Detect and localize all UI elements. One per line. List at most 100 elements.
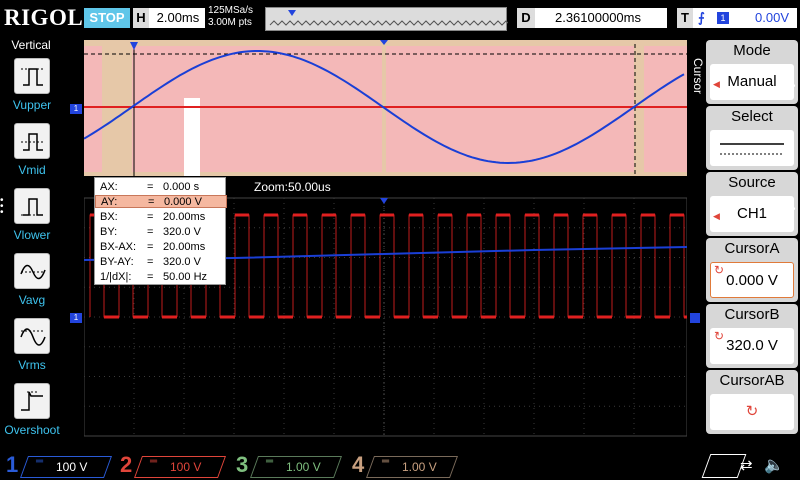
horizontal-key: H	[133, 8, 149, 28]
channel-3-number: 3	[236, 452, 249, 477]
channel-3-badge[interactable]: 3 ═ 1.00 V	[236, 452, 343, 478]
channel-4-number: 4	[352, 452, 365, 477]
left-arrow-icon: ◀	[713, 79, 720, 89]
measure-vavg-label: Vavg	[18, 293, 46, 307]
horizontal-delay[interactable]: D 2.36100000ms	[517, 8, 667, 28]
brand-logo: RIGOL	[4, 5, 84, 30]
trigger-source: 1	[717, 12, 729, 24]
channel-4-scale: 1.00 V	[402, 460, 437, 474]
cursor-a-softkey[interactable]: CursorA 0.000 V ↻	[706, 238, 798, 302]
dc-coupling-icon: ═	[382, 456, 390, 467]
measure-vrms-label: Vrms	[18, 358, 46, 372]
horizontal-timebase[interactable]: H 2.00ms	[133, 8, 205, 28]
measure-vlower[interactable]: Vlower	[4, 188, 60, 248]
channel-4-badge[interactable]: 4 ═ 1.00 V	[352, 452, 459, 478]
scroll-dots-icon: • • •	[0, 195, 4, 218]
channel-status-bar: 1 ═ 100 V 2 ═ 100 V 3 ═ 1.00 V 4 ═ 1.00 …	[0, 452, 800, 480]
trigger-status[interactable]: T ⨍ 1 0.00V	[677, 8, 797, 28]
run-stop-status[interactable]: STOP	[84, 8, 130, 28]
select-label: Select	[731, 108, 773, 125]
vavg-icon	[14, 253, 50, 289]
dc-coupling-icon: ═	[150, 456, 158, 467]
cursor-a-label: CursorA	[724, 240, 780, 257]
mode-softkey[interactable]: Mode Manual ◀	[706, 40, 798, 104]
readout-row: BX: = 20.00ms	[100, 211, 206, 223]
measure-vmid[interactable]: Vmid	[4, 123, 60, 183]
cursor-readout: AX: = 0.000 s AY: = 0.000 V BX: = 20.00ms BY: =…	[94, 177, 227, 285]
overview-band-right	[386, 46, 634, 172]
channel-2-badge[interactable]: 2 ═ 100 V	[120, 452, 227, 478]
channel-1-scale: 100 V	[56, 460, 88, 474]
readout-row: BY-AY: = 320.0 V	[100, 256, 201, 268]
source-label: Source	[728, 174, 776, 191]
knob-icon: ↻	[710, 394, 794, 430]
mode-value: Manual	[710, 64, 794, 100]
cursor-ab-softkey[interactable]: CursorAB ↻	[706, 370, 798, 434]
measurement-sidebar: Vertical Vupper Vmid Vlower Vavg Vrms Ov…	[0, 38, 62, 440]
select-softkey[interactable]: Select	[706, 106, 798, 170]
sidebar-title: Vertical	[11, 38, 51, 52]
overview-gap	[184, 98, 200, 176]
overview-band-edge	[644, 46, 687, 172]
trigger-level: 0.00V	[755, 10, 789, 25]
channel-2-scale: 100 V	[170, 460, 202, 474]
left-arrow-icon: ◀	[713, 211, 720, 221]
sample-rate: 125MSa/s	[208, 5, 254, 16]
measure-overshoot-label: Overshoot	[4, 423, 60, 437]
zoom-timebase: Zoom:50.00us	[254, 180, 331, 194]
measure-vrms[interactable]: Vrms	[4, 318, 60, 378]
readout-row: AX: = 0.000 s	[100, 181, 200, 193]
dc-coupling-icon: ═	[266, 456, 274, 467]
readout-row: 1/|dX|: = 50.00 Hz	[100, 271, 208, 283]
overview-band-left	[132, 46, 382, 172]
channel-1-number: 1	[6, 452, 19, 477]
menu-title-cursor: Cursor	[691, 58, 705, 95]
delay-value: 2.36100000ms	[554, 10, 641, 25]
knob-icon: ↻	[714, 329, 725, 343]
cursor-ab-label: CursorAB	[719, 372, 785, 389]
cursor-b-label: CursorB	[724, 306, 780, 323]
knob-icon: ↻	[714, 263, 725, 277]
delay-key: D	[517, 8, 535, 28]
acquisition-info: 125MSa/s 3.00M pts	[208, 5, 253, 29]
overview-band-start	[84, 46, 102, 172]
readout-row: BX-AX: = 20.00ms	[100, 241, 206, 253]
memory-overview-strip[interactable]	[265, 7, 527, 31]
readout-row-selected: AY: = 0.000 V	[95, 195, 227, 208]
softkey-menu: Mode Manual ◀ Select Source CH1 ◀ Cursor…	[706, 38, 800, 440]
vlower-icon	[14, 188, 50, 224]
timebase-value: 2.00ms	[156, 10, 200, 25]
memory-waveform-icon	[269, 10, 527, 26]
measure-vupper-label: Vupper	[12, 98, 52, 112]
trigger-level-marker[interactable]	[690, 313, 700, 323]
ch1-offset-marker-top[interactable]: 1	[70, 104, 82, 114]
mode-label: Mode	[733, 42, 771, 59]
measure-vavg[interactable]: Vavg	[4, 253, 60, 313]
measure-overshoot[interactable]: Overshoot	[4, 383, 60, 443]
measure-vlower-label: Vlower	[13, 228, 51, 242]
usb-icon: ⇄	[740, 457, 753, 474]
vupper-icon	[14, 58, 50, 94]
ch1-offset-marker-bottom[interactable]: 1	[70, 313, 82, 323]
channel-1-badge[interactable]: 1 ═ 100 V	[6, 452, 113, 478]
select-lines-icon	[710, 130, 794, 166]
overshoot-icon	[14, 383, 50, 419]
trigger-key: T	[677, 8, 693, 28]
rising-edge-icon: ⨍	[698, 10, 705, 25]
source-value: CH1	[710, 196, 794, 232]
dc-coupling-icon: ═	[36, 456, 44, 467]
cursor-b-softkey[interactable]: CursorB 320.0 V ↻	[706, 304, 798, 368]
readout-row: BY: = 320.0 V	[100, 226, 201, 238]
channel-3-scale: 1.00 V	[286, 460, 321, 474]
top-status-bar: RIGOL STOP H 2.00ms 125MSa/s 3.00M pts D…	[0, 0, 800, 38]
vmid-icon	[14, 123, 50, 159]
memory-depth: 3.00M pts	[208, 17, 252, 28]
scroll-dots-icon: •	[792, 81, 796, 92]
measure-vmid-label: Vmid	[18, 163, 46, 177]
vrms-icon	[14, 318, 50, 354]
channel-2-number: 2	[120, 452, 133, 477]
source-softkey[interactable]: Source CH1 ◀	[706, 172, 798, 236]
scroll-dots-icon: •	[792, 204, 796, 215]
speaker-muted-icon: 🔈	[764, 457, 784, 474]
measure-vupper[interactable]: Vupper	[4, 58, 60, 118]
